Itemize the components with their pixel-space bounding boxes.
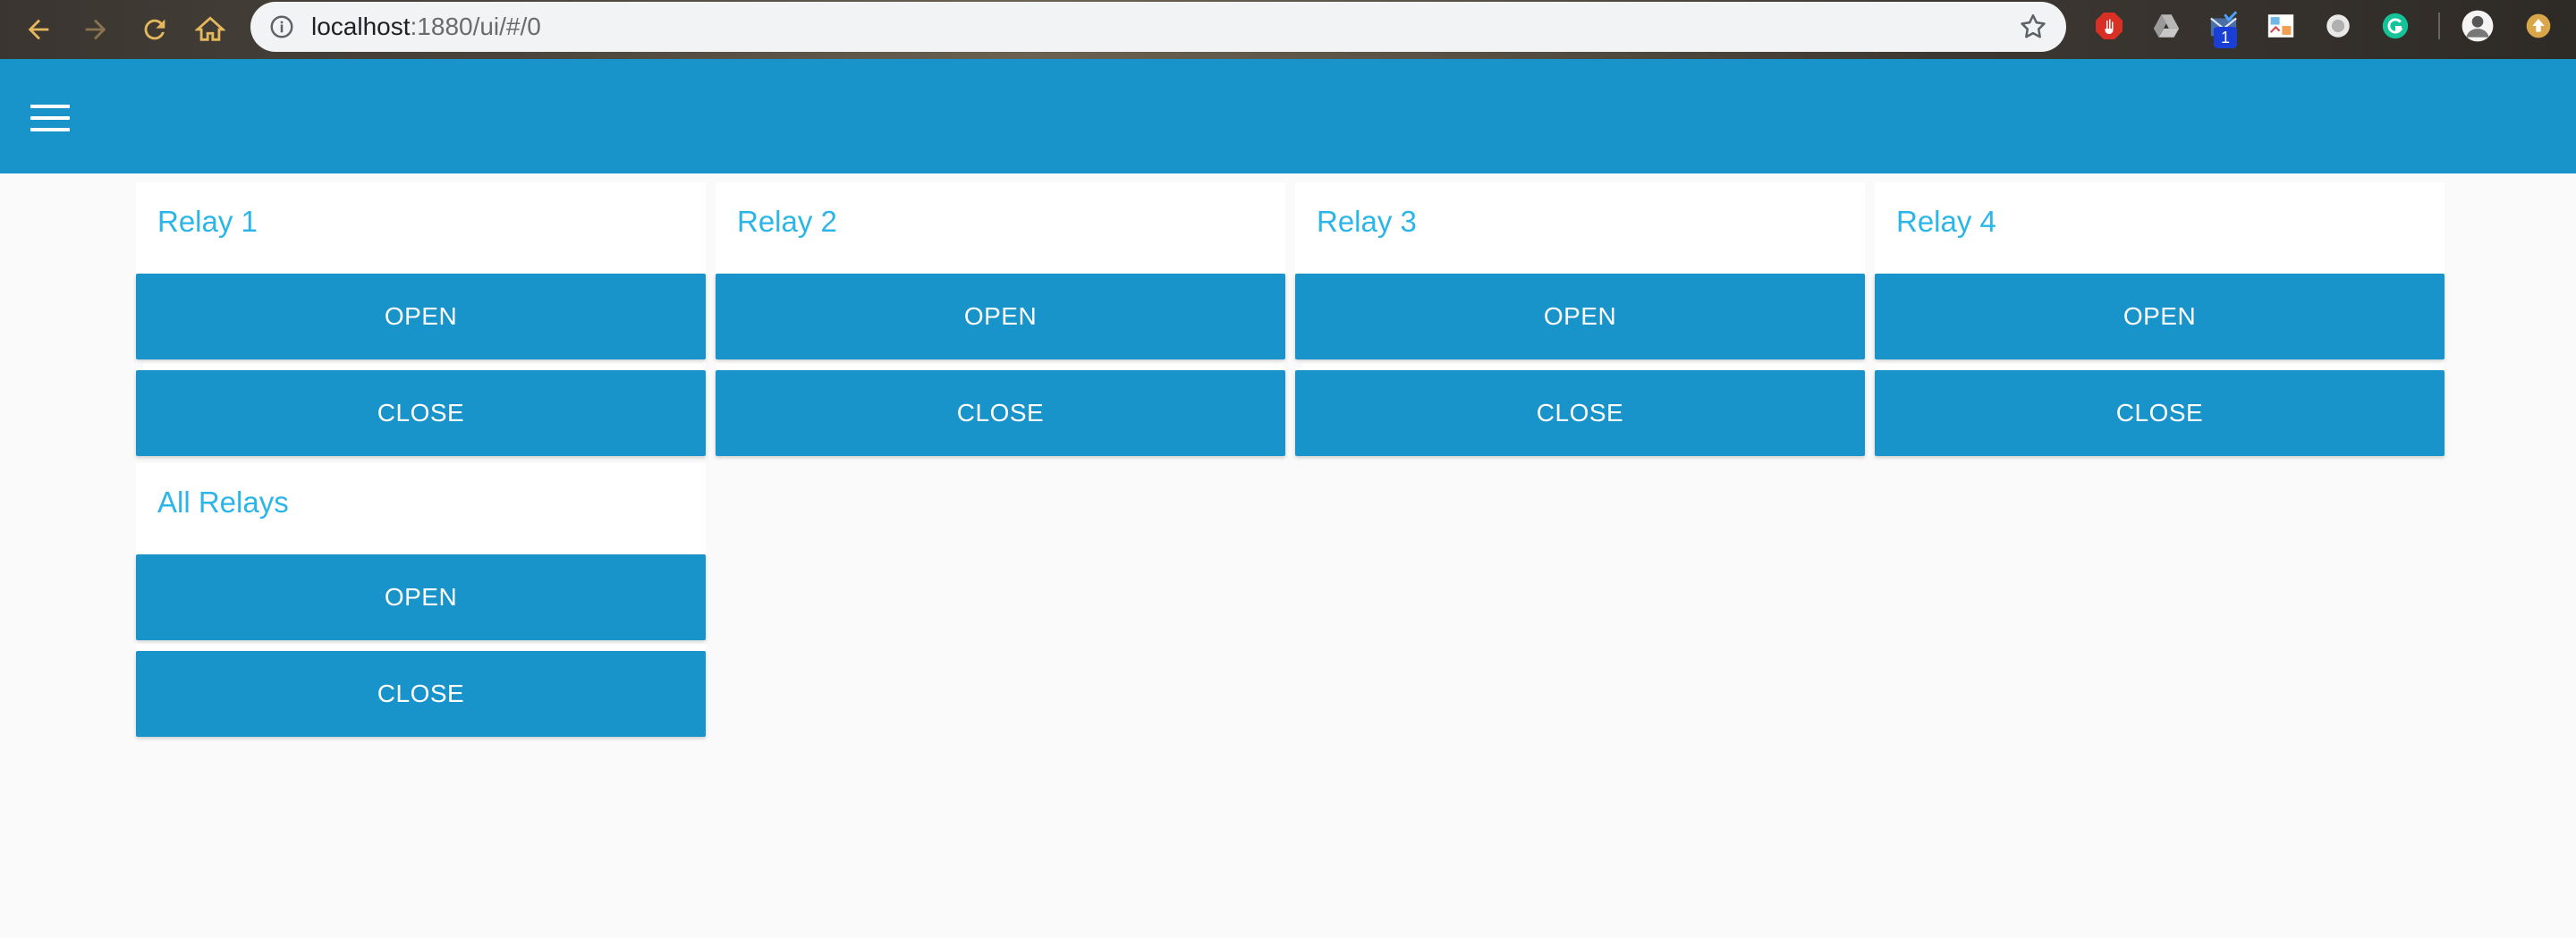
image-extension-icon[interactable] [2263, 8, 2299, 44]
group-relay-2: Relay 2 OPEN CLOSE [716, 182, 1285, 456]
star-icon[interactable] [2018, 12, 2048, 42]
group-title: Relay 3 [1317, 205, 1417, 238]
hamburger-menu-icon[interactable] [30, 105, 70, 131]
relay-4-close-button[interactable]: CLOSE [1875, 370, 2445, 456]
address-bar[interactable]: localhost:1880/ui/#/0 [250, 2, 2066, 52]
toolbar-separator [2438, 13, 2440, 39]
relay-1-open-button[interactable]: OPEN [136, 274, 706, 359]
info-icon[interactable] [268, 13, 295, 40]
all-relays-open-button[interactable]: OPEN [136, 554, 706, 640]
update-icon[interactable] [2521, 8, 2556, 44]
group-relay-1: Relay 1 OPEN CLOSE [136, 182, 706, 456]
forward-icon[interactable] [72, 5, 120, 54]
group-relay-4: Relay 4 OPEN CLOSE [1875, 182, 2445, 456]
relay-3-close-button[interactable]: CLOSE [1295, 370, 1865, 456]
url-path: :1880/ui/#/0 [410, 13, 541, 40]
relay-2-open-button[interactable]: OPEN [716, 274, 1285, 359]
group-title: Relay 1 [157, 205, 258, 238]
back-icon[interactable] [14, 5, 63, 54]
home-icon[interactable] [186, 5, 234, 54]
relay-3-open-button[interactable]: OPEN [1295, 274, 1865, 359]
url-host: localhost [311, 13, 411, 40]
adblock-icon[interactable] [2091, 8, 2127, 44]
group-all-relays: All Relays OPEN CLOSE [136, 463, 706, 737]
profile-avatar-icon[interactable] [2460, 8, 2496, 44]
url-text[interactable]: localhost:1880/ui/#/0 [311, 13, 541, 40]
group-title: All Relays [157, 486, 289, 519]
app-header [0, 59, 2576, 173]
circle-extension-icon[interactable] [2320, 8, 2356, 44]
reload-icon[interactable] [131, 5, 179, 54]
relay-1-close-button[interactable]: CLOSE [136, 370, 706, 456]
group-title: Relay 4 [1896, 205, 1996, 238]
browser-toolbar: localhost:1880/ui/#/0 1 [0, 0, 2576, 59]
mail-count-badge: 1 [2214, 27, 2237, 48]
relay-2-close-button[interactable]: CLOSE [716, 370, 1285, 456]
group-relay-3: Relay 3 OPEN CLOSE [1295, 182, 1865, 456]
all-relays-close-button[interactable]: CLOSE [136, 651, 706, 737]
drive-icon[interactable] [2148, 8, 2184, 44]
grammarly-icon[interactable] [2377, 8, 2413, 44]
group-title: Relay 2 [737, 205, 837, 238]
relay-4-open-button[interactable]: OPEN [1875, 274, 2445, 359]
